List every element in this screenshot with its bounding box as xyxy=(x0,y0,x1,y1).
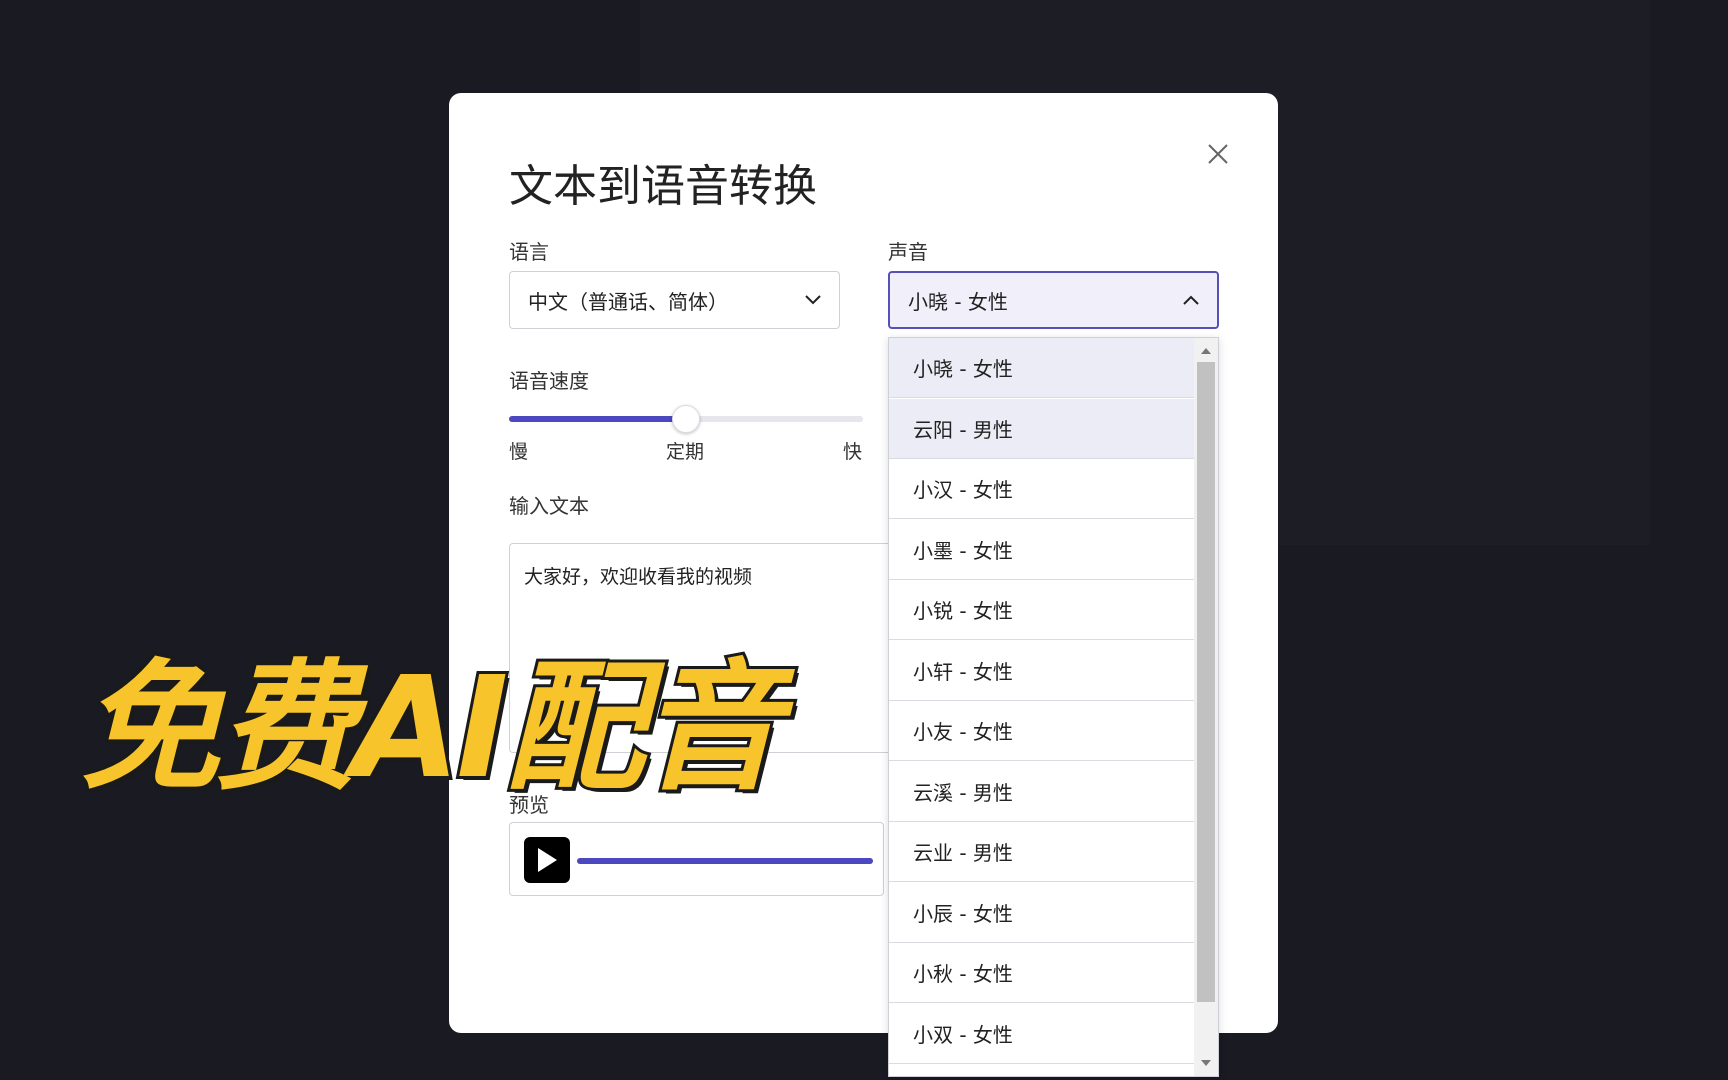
scroll-down-arrow-icon[interactable] xyxy=(1194,1054,1218,1072)
dropdown-scroll-thumb[interactable] xyxy=(1197,362,1215,1002)
voice-option[interactable]: 小墨 - 女性 xyxy=(889,520,1194,580)
chevron-up-icon xyxy=(1183,295,1199,305)
voice-option[interactable]: 小汉 - 女性 xyxy=(889,459,1194,519)
voice-option[interactable]: 云业 - 男性 xyxy=(889,822,1194,882)
overlay-caption: 免费AI配音 xyxy=(77,644,783,813)
speed-slider[interactable] xyxy=(509,405,863,433)
audio-progress[interactable] xyxy=(577,858,873,864)
voice-option[interactable]: 小双 - 女性 xyxy=(889,1004,1194,1064)
play-icon xyxy=(538,848,557,872)
dropdown-scrollbar[interactable] xyxy=(1194,338,1218,1076)
voice-option[interactable]: 云阳 - 男性 xyxy=(889,398,1194,459)
close-icon xyxy=(1208,144,1228,164)
close-button[interactable] xyxy=(1200,136,1236,172)
chevron-down-icon xyxy=(805,295,821,305)
voice-option[interactable]: 小辰 - 女性 xyxy=(889,883,1194,943)
speed-normal-label: 定期 xyxy=(666,441,705,463)
play-button[interactable] xyxy=(524,837,570,883)
input-text-value: 大家好，欢迎收看我的视频 xyxy=(524,566,753,588)
speed-slider-thumb[interactable] xyxy=(672,405,700,433)
speed-slow-label: 慢 xyxy=(509,441,529,463)
language-select[interactable]: 中文（普通话、简体） xyxy=(509,271,840,329)
scroll-up-arrow-icon[interactable] xyxy=(1194,342,1218,360)
voice-option[interactable]: 小锐 - 女性 xyxy=(889,580,1194,640)
voice-option[interactable]: 小轩 - 女性 xyxy=(889,641,1194,701)
language-label: 语言 xyxy=(509,240,549,264)
speed-label: 语音速度 xyxy=(509,369,589,393)
speed-fast-label: 快 xyxy=(843,441,863,463)
voice-select-value: 小晓 - 女性 xyxy=(908,289,1008,314)
voice-option[interactable]: 小秋 - 女性 xyxy=(889,943,1194,1003)
voice-option[interactable]: 小晓 - 女性 xyxy=(889,338,1194,398)
speed-slider-fill xyxy=(509,416,686,422)
voice-label: 声音 xyxy=(888,240,928,264)
dialog-title: 文本到语音转换 xyxy=(509,161,817,212)
audio-player xyxy=(509,822,884,896)
language-select-value: 中文（普通话、简体） xyxy=(528,289,728,314)
voice-select[interactable]: 小晓 - 女性 xyxy=(888,271,1219,329)
input-text-label: 输入文本 xyxy=(509,494,589,518)
voice-option[interactable]: 小友 - 女性 xyxy=(889,701,1194,761)
voice-option[interactable]: 云溪 - 男性 xyxy=(889,762,1194,822)
audio-progress-fill xyxy=(577,858,873,864)
voice-dropdown-list: 小晓 - 女性 云阳 - 男性 小汉 - 女性 小墨 - 女性 小锐 - 女性 小轩 - … xyxy=(888,337,1219,1077)
